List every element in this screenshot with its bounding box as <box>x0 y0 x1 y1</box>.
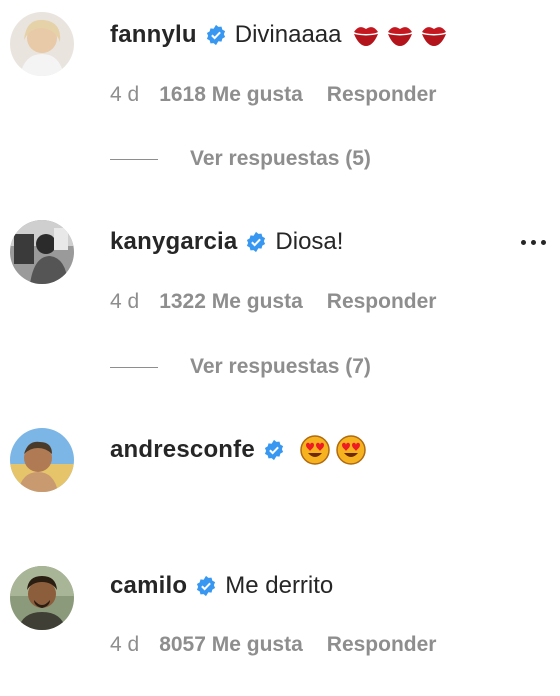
verified-badge-icon <box>245 231 267 253</box>
reply-button[interactable]: Responder <box>327 633 437 657</box>
comment-meta: 4 d 8057 Me gusta Responder <box>110 630 436 660</box>
comment-line: andresconfe <box>110 432 367 468</box>
username[interactable]: camilo <box>110 572 187 600</box>
username[interactable]: fannylu <box>110 21 197 49</box>
reply-button[interactable]: Responder <box>327 83 437 107</box>
kiss-mark-icon <box>385 22 415 48</box>
username[interactable]: andresconfe <box>110 436 255 464</box>
verified-badge-icon <box>205 24 227 46</box>
more-options-icon[interactable] <box>521 240 546 245</box>
verified-badge-icon <box>195 575 217 597</box>
kiss-mark-icon <box>351 22 381 48</box>
comment-text: Divinaaaa <box>234 21 342 48</box>
comment-line: fannylu Divinaaaa <box>110 17 449 53</box>
timestamp: 4 d <box>110 633 140 656</box>
like-count[interactable]: 8057 Me gusta <box>159 633 303 657</box>
comment-meta: 4 d 1322 Me gusta Responder <box>110 287 436 317</box>
username[interactable]: kanygarcia <box>110 228 237 256</box>
dot <box>531 240 536 245</box>
view-replies-label: Ver respuestas (5) <box>190 147 371 170</box>
comment-text: Me derrito <box>225 572 334 599</box>
avatar-camilo[interactable] <box>10 566 74 630</box>
like-count[interactable]: 1618 Me gusta <box>159 83 303 107</box>
reply-button[interactable]: Responder <box>327 290 437 314</box>
kiss-mark-icon <box>419 22 449 48</box>
comment-text: Diosa! <box>275 228 344 255</box>
comment-line: kanygarcia Diosa! <box>110 224 343 260</box>
view-replies-button[interactable]: Ver respuestas (5) <box>110 144 371 174</box>
verified-badge-icon <box>263 439 285 461</box>
timestamp: 4 d <box>110 290 140 313</box>
dot <box>541 240 546 245</box>
view-replies-label: Ver respuestas (7) <box>190 355 371 378</box>
avatar-fannylu[interactable] <box>10 12 74 76</box>
avatar-kanygarcia[interactable] <box>10 220 74 284</box>
divider <box>110 158 158 160</box>
comment-line: camilo Me derrito <box>110 568 333 604</box>
timestamp: 4 d <box>110 83 140 106</box>
heart-eyes-icon <box>335 434 367 466</box>
dot <box>521 240 526 245</box>
divider <box>110 366 158 368</box>
like-count[interactable]: 1322 Me gusta <box>159 290 303 314</box>
avatar-andresconfe[interactable] <box>10 428 74 492</box>
view-replies-button[interactable]: Ver respuestas (7) <box>110 352 371 382</box>
comment-meta: 4 d 1618 Me gusta Responder <box>110 80 436 110</box>
heart-eyes-icon <box>299 434 331 466</box>
